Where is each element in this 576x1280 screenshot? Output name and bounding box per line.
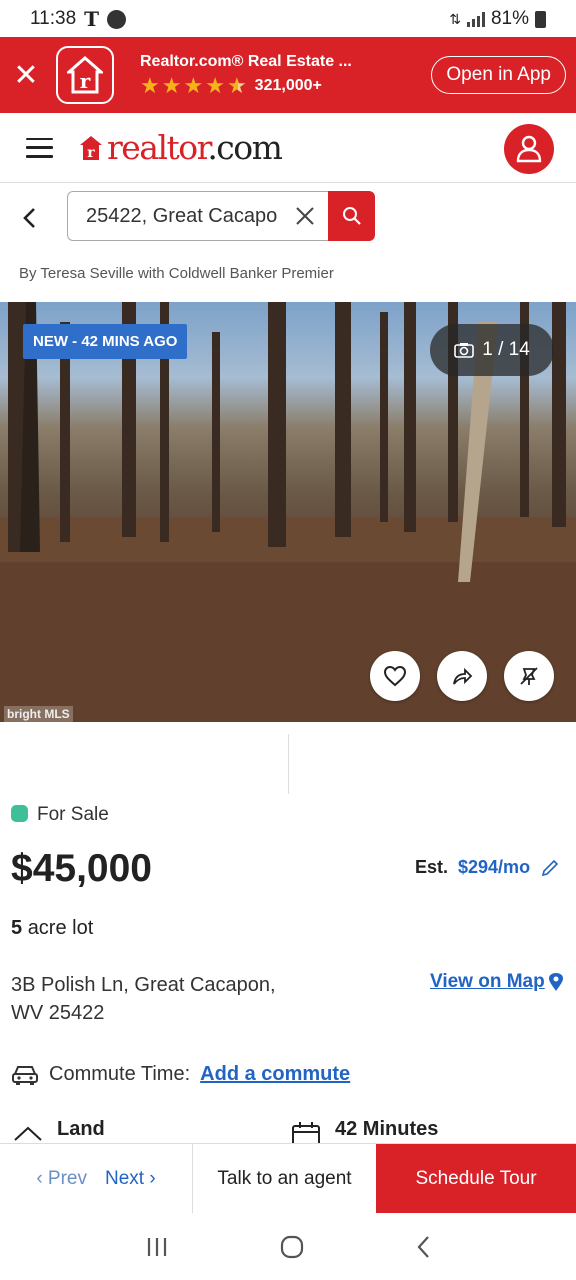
status-indicator [11, 805, 28, 822]
edit-pencil-icon[interactable] [540, 858, 560, 878]
talk-to-agent-button[interactable]: Talk to an agent [192, 1144, 376, 1213]
back-nav-icon[interactable] [415, 1235, 431, 1259]
new-listing-badge: NEW - 42 MINS AGO [23, 324, 188, 359]
realtor-logo[interactable]: r realtor.com [79, 128, 283, 167]
divider [288, 734, 289, 794]
bottom-action-bar: ‹ Prev Next › Talk to an agent Schedule … [0, 1143, 576, 1213]
listing-photo[interactable]: NEW - 42 MINS AGO 1 / 14 bright MLS [0, 302, 576, 722]
listing-byline: By Teresa Seville with Coldwell Banker P… [19, 265, 334, 282]
star-icon: ★ [205, 73, 225, 98]
search-input[interactable] [86, 204, 278, 228]
site-header: r realtor.com [0, 113, 576, 183]
lot-size-unit: acre lot [27, 917, 94, 939]
save-favorite-button[interactable] [370, 651, 420, 701]
property-type: Land [57, 1118, 105, 1140]
prev-next-nav: ‹ Prev Next › [0, 1144, 192, 1213]
est-label: Est. [415, 857, 449, 877]
schedule-tour-button[interactable]: Schedule Tour [376, 1144, 576, 1213]
banner-close-button[interactable]: ✕ [0, 58, 52, 93]
next-button[interactable]: Next › [105, 1168, 156, 1190]
half-star-icon: ★ [226, 73, 247, 98]
account-button[interactable] [504, 124, 554, 174]
view-on-map-link[interactable]: View on Map [430, 971, 564, 993]
battery-icon [535, 10, 546, 28]
search-icon [342, 207, 361, 225]
listing-status: For Sale [37, 804, 109, 825]
search-box [67, 191, 329, 241]
heart-icon [383, 665, 407, 687]
address-line-2: WV 25422 [11, 1002, 105, 1024]
address-line-1: 3B Polish Ln, Great Cacapon, [11, 974, 276, 996]
house-logo-icon: r [80, 135, 102, 161]
chevron-left-icon [23, 208, 35, 228]
share-icon [453, 667, 473, 685]
clear-search-icon[interactable] [295, 206, 315, 226]
chevron-left-icon: ‹ [36, 1167, 43, 1189]
photo-counter-text: 1 / 14 [482, 339, 530, 360]
open-in-app-button[interactable]: Open in App [431, 56, 566, 94]
data-transfer-icon: ⇅ [449, 10, 461, 27]
listing-price: $45,000 [11, 847, 152, 890]
prev-label: Prev [47, 1167, 87, 1189]
status-bar: 11:38 T ⇅ 81% [0, 0, 576, 38]
commute-label: Commute Time: [49, 1063, 191, 1085]
commute-row: Commute Time: Add a commute [11, 1063, 350, 1086]
recent-apps-icon[interactable] [145, 1236, 169, 1258]
hide-icon [520, 667, 538, 685]
listing-address: 3B Polish Ln, Great Cacapon, WV 25422 [11, 971, 331, 1027]
svg-text:r: r [80, 69, 91, 93]
time-on-site: 42 Minutes [335, 1118, 439, 1140]
logo-suffix: .com [207, 128, 283, 167]
signal-icon [466, 11, 485, 27]
home-button-icon[interactable] [279, 1234, 305, 1260]
est-amount[interactable]: $294/mo [458, 857, 530, 878]
share-button[interactable] [437, 651, 487, 701]
chevron-right-icon: › [149, 1167, 156, 1189]
rating-count: 321,000+ [254, 77, 322, 94]
svg-text:r: r [87, 145, 95, 161]
banner-title: Realtor.com® Real Estate ... [140, 53, 352, 70]
lot-size: 5 acre lot [11, 917, 93, 940]
app-install-banner: ✕ r Realtor.com® Real Estate ... ★ ★ ★ ★… [0, 37, 576, 113]
back-button[interactable] [22, 203, 44, 233]
star-icon: ★ [161, 73, 182, 98]
car-icon [12, 1065, 38, 1085]
map-pin-icon [548, 973, 563, 991]
estimated-payment[interactable]: Est. $294/mo [415, 857, 560, 878]
star-icon: ★ [183, 73, 204, 98]
prev-button[interactable]: ‹ Prev [36, 1168, 87, 1190]
banner-rating: ★ ★ ★ ★ ★ 321,000+ [140, 75, 431, 97]
hide-listing-button[interactable] [504, 651, 554, 701]
status-time: 11:38 [30, 8, 77, 29]
view-on-map-text[interactable]: View on Map [430, 971, 545, 993]
mls-watermark: bright MLS [4, 706, 73, 722]
app-notification-icon [107, 9, 127, 29]
lot-size-value: 5 [11, 917, 23, 939]
star-icon: ★ [140, 73, 160, 98]
logo-text: realtor [107, 128, 209, 167]
photo-counter[interactable]: 1 / 14 [430, 324, 554, 376]
user-icon [516, 135, 542, 163]
search-row [0, 183, 576, 253]
search-button[interactable] [328, 191, 375, 241]
system-nav-bar [0, 1213, 576, 1280]
next-label: Next [105, 1167, 145, 1189]
menu-icon[interactable] [26, 137, 53, 158]
carrier-icon: T [84, 7, 100, 31]
battery-level: 81% [490, 8, 529, 29]
app-logo-icon: r [56, 46, 114, 104]
camera-icon [454, 343, 475, 358]
add-commute-link[interactable]: Add a commute [200, 1063, 350, 1086]
